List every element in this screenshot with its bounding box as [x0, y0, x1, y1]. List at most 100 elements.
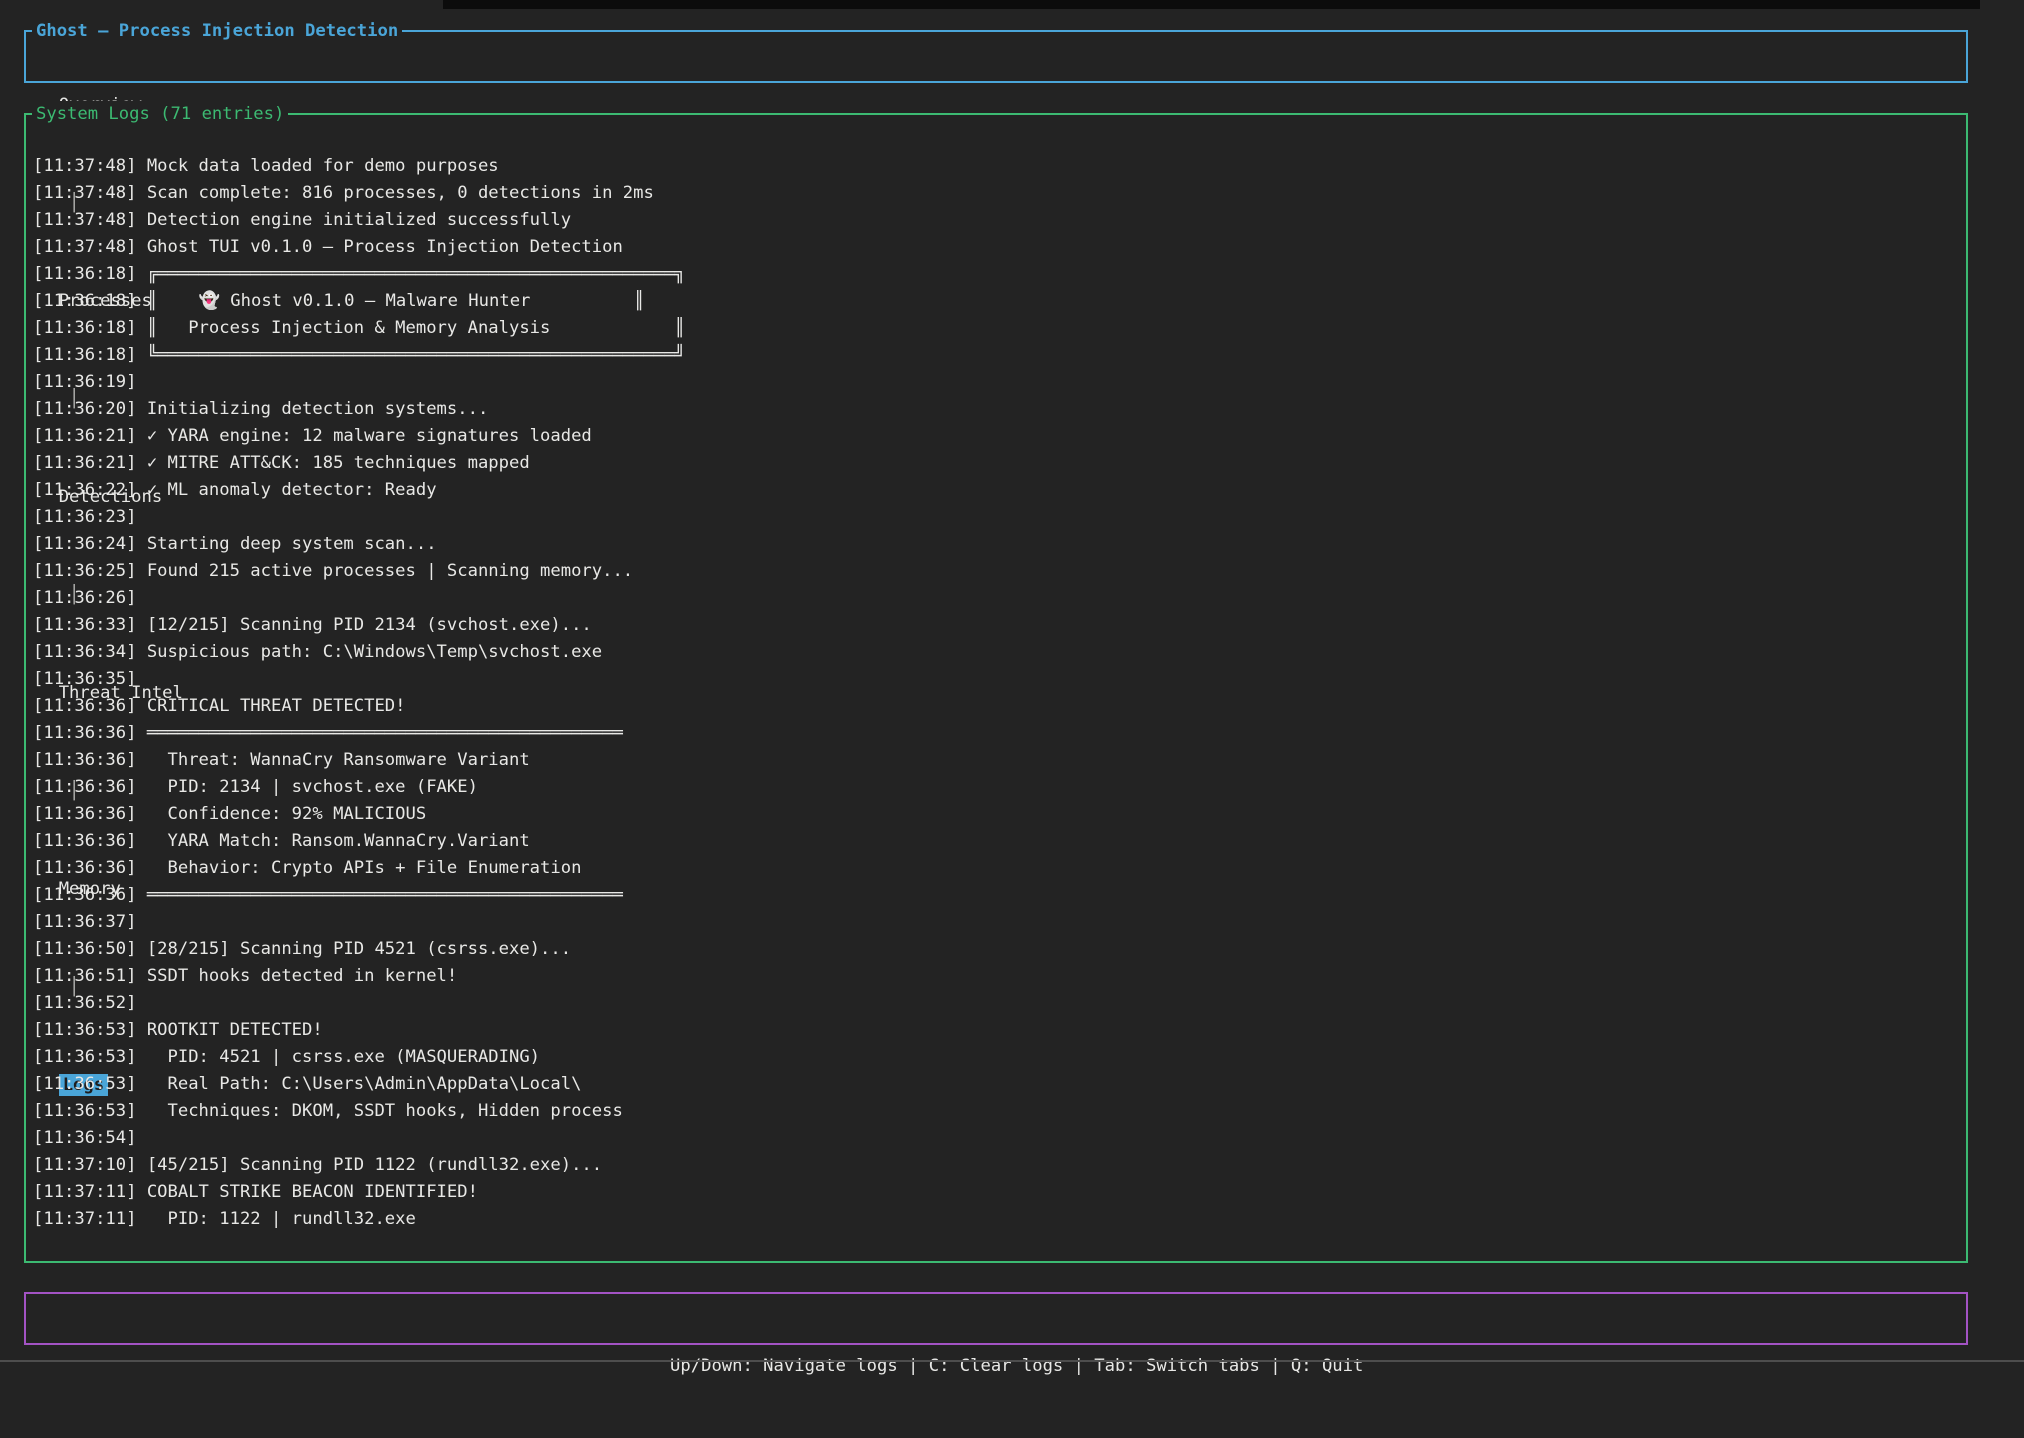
log-message: ════════════════════════════════════════… [147, 723, 623, 743]
log-timestamp: [11:36:25] [33, 561, 136, 581]
log-entry: [11:36:26] [33, 585, 1962, 612]
log-entry: [11:36:18] ╔═════════════════════════════… [33, 261, 1962, 288]
log-message: ✓ YARA engine: 12 malware signatures loa… [147, 426, 592, 446]
log-timestamp: [11:36:53] [33, 1074, 136, 1094]
log-message: Confidence: 92% MALICIOUS [147, 804, 426, 824]
log-message: ╔═══════════════════════════════════════… [147, 264, 685, 284]
log-entry: [11:36:36] Confidence: 92% MALICIOUS [33, 801, 1962, 828]
log-message: Threat: WannaCry Ransomware Variant [147, 750, 530, 770]
log-entry: [11:36:18] ║ 👻 Ghost v0.1.0 — Malware Hun… [33, 288, 1962, 315]
log-timestamp: [11:36:22] [33, 480, 136, 500]
log-entry: [11:36:36] CRITICAL THREAT DETECTED! [33, 693, 1962, 720]
log-timestamp: [11:36:18] [33, 345, 136, 365]
status-bar: Up/Down: Navigate logs | C: Clear logs |… [24, 1292, 1968, 1345]
log-entry: [11:36:37] [33, 909, 1962, 936]
log-message: ║ 👻 Ghost v0.1.0 — Malware Hunter ║ [147, 291, 644, 311]
log-entry: [11:37:48]Ghost TUI v0.1.0 — Process Inj… [33, 234, 1962, 261]
log-entry: [11:37:48] Detection engine initialized s… [33, 207, 1962, 234]
log-timestamp: [11:36:36] [33, 777, 136, 797]
log-entry: [11:37:11] PID: 1122 | rundll32.exe [33, 1206, 1962, 1233]
log-entry: [11:36:20] Initializing detection systems… [33, 396, 1962, 423]
log-timestamp: [11:36:18] [33, 264, 136, 284]
log-message: Behavior: Crypto APIs + File Enumeration [147, 858, 582, 878]
log-entry: [11:36:53]ROOTKIT DETECTED! [33, 1017, 1962, 1044]
log-timestamp: [11:36:35] [33, 669, 136, 689]
log-message: Real Path: C:\Users\Admin\AppData\Local\ [147, 1074, 582, 1094]
log-timestamp: [11:36:54] [33, 1128, 136, 1148]
log-entry: [11:36:36] Threat: WannaCry Ransomware V… [33, 747, 1962, 774]
log-message: PID: 2134 | svchost.exe (FAKE) [147, 777, 478, 797]
log-entry: [11:36:54] [33, 1125, 1962, 1152]
log-entry: [11:36:36] ══════════════════════════════… [33, 720, 1962, 747]
log-timestamp: [11:36:20] [33, 399, 136, 419]
log-entry: [11:36:53] PID: 4521 | csrss.exe (MASQUE… [33, 1044, 1962, 1071]
log-timestamp: [11:37:11] [33, 1209, 136, 1229]
log-entry: [11:36:53] Real Path: C:\Users\Admin\App… [33, 1071, 1962, 1098]
log-timestamp: [11:36:33] [33, 615, 136, 635]
log-entry: [11:36:18] ║ Process Injection & Memory A… [33, 315, 1962, 342]
log-message: Initializing detection systems... [147, 399, 488, 419]
log-timestamp: [11:36:36] [33, 804, 136, 824]
system-logs-panel: System Logs (71 entries) [11:37:48]Mock … [24, 113, 1968, 1263]
log-entry: [11:36:51]SSDT hooks detected in kernel! [33, 963, 1962, 990]
log-message: ✓ ML anomaly detector: Ready [147, 480, 437, 500]
log-entry: [11:37:48] Mock data loaded for demo purp… [33, 153, 1962, 180]
log-entry: [11:36:21]✓ MITRE ATT&CK: 185 techniques… [33, 450, 1962, 477]
log-entry: [11:36:36] YARA Match: Ransom.WannaCry.V… [33, 828, 1962, 855]
log-entry: [11:37:11]COBALT STRIKE BEACON IDENTIFIE… [33, 1179, 1962, 1206]
log-entry: [11:36:50][28/215] Scanning PID 4521 (cs… [33, 936, 1962, 963]
log-timestamp: [11:36:36] [33, 723, 136, 743]
keybind-hints: Up/Down: Navigate logs | C: Clear logs |… [670, 1356, 1363, 1376]
log-message: ║ Process Injection & Memory Analysis ║ [147, 318, 685, 338]
log-entry: [11:36:52] [33, 990, 1962, 1017]
log-timestamp: [11:36:51] [33, 966, 136, 986]
log-entry: [11:37:10][45/215] Scanning PID 1122 (ru… [33, 1152, 1962, 1179]
log-timestamp: [11:36:36] [33, 858, 136, 878]
window-bottom-edge [0, 1360, 2024, 1362]
log-entry: [11:36:18] ╚═════════════════════════════… [33, 342, 1962, 369]
log-entry: [11:36:36]══════════════════════════════… [33, 882, 1962, 909]
log-timestamp: [11:37:48] [33, 210, 136, 230]
log-entry: [11:36:36] Behavior: Crypto APIs + File … [33, 855, 1962, 882]
log-timestamp: [11:36:53] [33, 1101, 136, 1121]
log-timestamp: [11:37:10] [33, 1155, 136, 1175]
log-entry: [11:36:36] PID: 2134 | svchost.exe (FAKE… [33, 774, 1962, 801]
logs-panel-title: System Logs (71 entries) [32, 101, 288, 128]
log-entry: [11:36:34] Suspicious path: C:\Windows\Te… [33, 639, 1962, 666]
log-timestamp: [11:36:21] [33, 453, 136, 473]
log-entry: [11:37:48] Scan complete: 816 processes, … [33, 180, 1962, 207]
log-timestamp: [11:36:18] [33, 318, 136, 338]
log-entry: [11:36:35] [33, 666, 1962, 693]
tab-panel: Ghost — Process Injection Detection Over… [24, 30, 1968, 83]
log-message: Mock data loaded for demo purposes [147, 156, 499, 176]
log-timestamp: [11:36:36] [33, 750, 136, 770]
log-entry: [11:36:25]Found 215 active processes | S… [33, 558, 1962, 585]
log-message: Suspicious path: C:\Windows\Temp\svchost… [147, 642, 602, 662]
log-timestamp: [11:36:19] [33, 372, 136, 392]
log-entry: [11:36:53] Techniques: DKOM, SSDT hooks,… [33, 1098, 1962, 1125]
log-message: CRITICAL THREAT DETECTED! [147, 696, 406, 716]
log-message: ╚═══════════════════════════════════════… [147, 345, 685, 365]
log-message: Detection engine initialized successfull… [147, 210, 571, 230]
log-entry: [11:36:23] [33, 504, 1962, 531]
log-message: [12/215] Scanning PID 2134 (svchost.exe)… [147, 615, 592, 635]
log-timestamp: [11:36:36] [33, 696, 136, 716]
log-message: Starting deep system scan... [147, 534, 437, 554]
window-top-edge [443, 0, 1980, 9]
log-list[interactable]: [11:37:48] Mock data loaded for demo purp… [33, 153, 1962, 1257]
tab-bar: Overview │ Processes │ Detections │ Thre… [38, 32, 1960, 81]
log-message: [28/215] Scanning PID 4521 (csrss.exe)..… [147, 939, 571, 959]
log-timestamp: [11:36:34] [33, 642, 136, 662]
log-timestamp: [11:36:21] [33, 426, 136, 446]
log-timestamp: [11:37:48] [33, 237, 136, 257]
log-timestamp: [11:36:18] [33, 291, 136, 311]
log-timestamp: [11:36:23] [33, 507, 136, 527]
log-timestamp: [11:37:48] [33, 156, 136, 176]
log-timestamp: [11:36:36] [33, 885, 136, 905]
log-timestamp: [11:36:36] [33, 831, 136, 851]
log-timestamp: [11:36:52] [33, 993, 136, 1013]
log-entry: [11:36:24]Starting deep system scan... [33, 531, 1962, 558]
log-timestamp: [11:37:48] [33, 183, 136, 203]
log-timestamp: [11:36:53] [33, 1020, 136, 1040]
log-message: Scan complete: 816 processes, 0 detectio… [147, 183, 654, 203]
